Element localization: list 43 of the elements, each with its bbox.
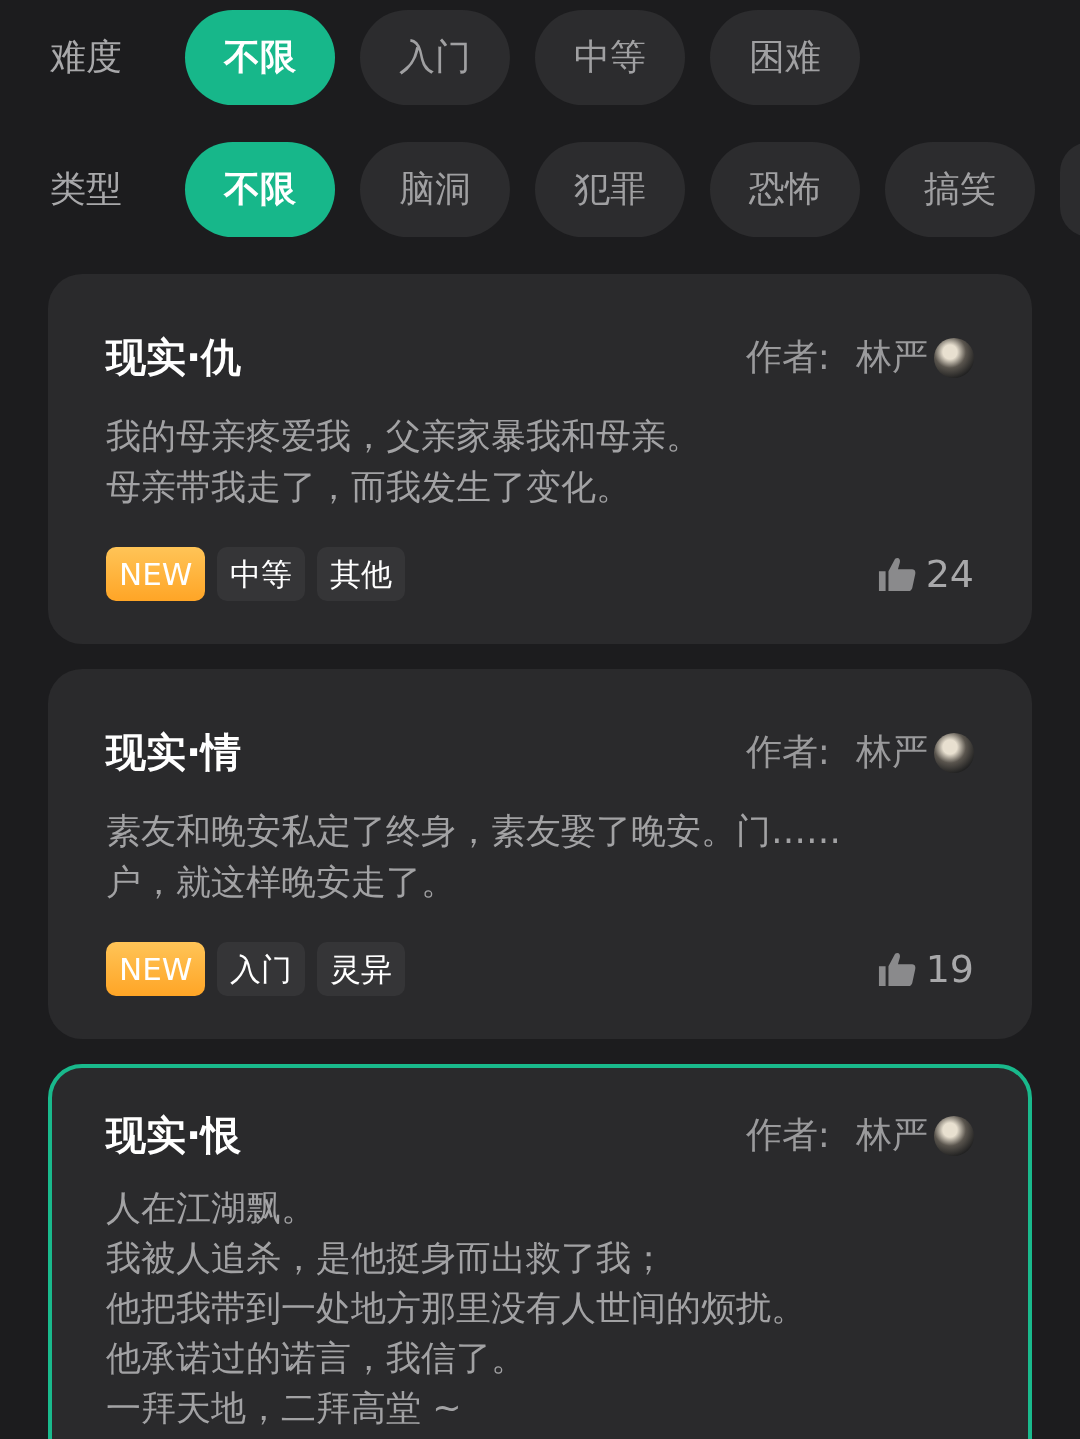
author-name: 林严 xyxy=(856,335,928,379)
filter-chip[interactable]: 脑洞 xyxy=(360,142,510,237)
story-description: 素友和晚安私定了终身，素友娶了晚安。门…… xyxy=(106,810,842,853)
filter-label: 难度 xyxy=(50,35,123,79)
filter-label: 类型 xyxy=(50,167,123,211)
story-title: 现实·情 xyxy=(106,728,242,777)
story-title: 现实·仇 xyxy=(106,333,242,382)
story-description: 户，就这样晚安走了。 xyxy=(106,861,457,904)
story-card[interactable]: 现实·仇 作者: 林严 我的母亲疼爱我，父亲家暴我和母亲。 母亲带我走了，而我发生了变化。 NEW 中等 其他 24 xyxy=(48,274,1032,644)
story-card[interactable]: 现实·恨 作者: 林严 人在江湖飘。 我被人追杀，是他挺身而出救了我； 他把我带到一处地方那里没有人世间的烦扰。 他承诺过的诺言，我信了。 一拜天地，二拜高堂 ~ xyxy=(48,1064,1032,1439)
like-count: 24 xyxy=(925,552,974,596)
story-tag: 灵异 xyxy=(317,942,406,996)
thumbs-up-icon[interactable] xyxy=(877,555,916,593)
filter-chip[interactable]: 犯罪 xyxy=(535,142,685,237)
story-tag: NEW xyxy=(106,942,206,996)
author-label: 作者: xyxy=(745,730,830,774)
filter-chip[interactable]: 搞笑 xyxy=(885,142,1035,237)
story-tag: NEW xyxy=(106,547,206,601)
filter-chip[interactable]: 入门 xyxy=(360,10,510,105)
author-name: 林严 xyxy=(856,1113,928,1157)
thumbs-up-icon[interactable] xyxy=(877,950,916,988)
avatar[interactable] xyxy=(934,732,974,773)
story-title: 现实·恨 xyxy=(106,1111,242,1160)
author-label: 作者: xyxy=(745,335,830,379)
avatar[interactable] xyxy=(934,337,974,378)
story-tag: 中等 xyxy=(217,547,306,601)
story-description: 一拜天地，二拜高堂 ~ xyxy=(106,1387,463,1430)
story-tag: 其他 xyxy=(317,547,406,601)
filter-chip[interactable]: 中等 xyxy=(535,10,685,105)
story-description: 他把我带到一处地方那里没有人世间的烦扰。 xyxy=(106,1287,807,1330)
story-description: 我的母亲疼爱我，父亲家暴我和母亲。 xyxy=(106,415,702,458)
filter-chip[interactable]: 恐怖 xyxy=(710,142,860,237)
story-description: 他承诺过的诺言，我信了。 xyxy=(106,1337,527,1380)
filter-chip[interactable]: 困难 xyxy=(710,10,860,105)
author-label: 作者: xyxy=(745,1113,830,1157)
story-tag: 入门 xyxy=(217,942,306,996)
story-description: 人在江湖飘。 xyxy=(106,1187,317,1230)
author-name: 林严 xyxy=(856,730,928,774)
story-description: 母亲带我走了，而我发生了变化。 xyxy=(106,466,632,509)
story-card[interactable]: 现实·情 作者: 林严 素友和晚安私定了终身，素友娶了晚安。门…… 户，就这样晚安走了。 NEW 入门 灵异 19 xyxy=(48,669,1032,1039)
like-count: 19 xyxy=(925,947,974,991)
story-description: 我被人追杀，是他挺身而出救了我； xyxy=(106,1237,667,1280)
avatar[interactable] xyxy=(934,1115,974,1156)
